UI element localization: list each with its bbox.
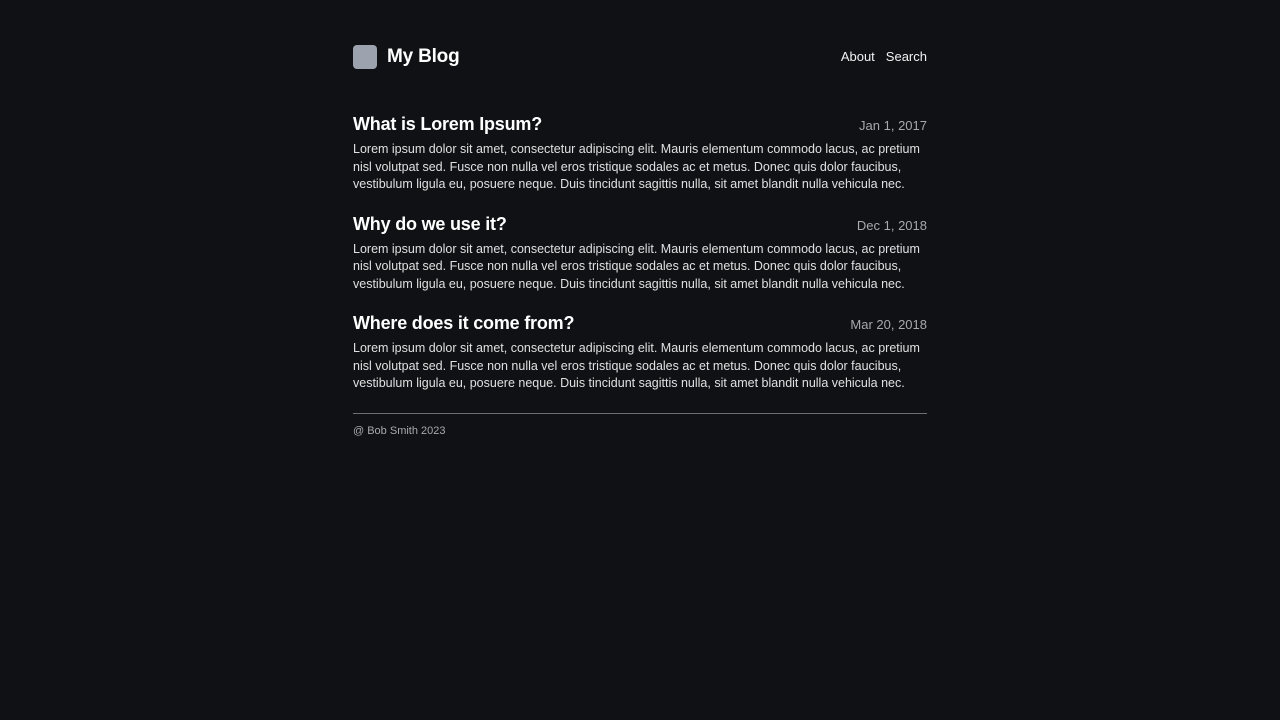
post-item: Why do we use it? Dec 1, 2018 Lorem ipsu… xyxy=(353,214,927,294)
site-header: My Blog About Search xyxy=(353,0,927,114)
nav-link-about[interactable]: About xyxy=(841,49,875,64)
square-logo-icon xyxy=(353,45,377,69)
post-date: Mar 20, 2018 xyxy=(850,317,927,332)
post-date: Jan 1, 2017 xyxy=(859,118,927,133)
post-excerpt: Lorem ipsum dolor sit amet, consectetur … xyxy=(353,341,920,390)
home-link[interactable]: My Blog xyxy=(353,45,460,69)
post-title-link[interactable]: What is Lorem Ipsum? xyxy=(353,114,542,135)
page-container: My Blog About Search What is Lorem Ipsum… xyxy=(353,0,927,437)
post-title-link[interactable]: Why do we use it? xyxy=(353,214,507,235)
post-item: Where does it come from? Mar 20, 2018 Lo… xyxy=(353,313,927,393)
post-excerpt: Lorem ipsum dolor sit amet, consectetur … xyxy=(353,241,920,291)
post-header: What is Lorem Ipsum? Jan 1, 2017 xyxy=(353,114,927,139)
main-nav: About Search xyxy=(841,49,927,64)
post-item: What is Lorem Ipsum? Jan 1, 2017 Lorem i… xyxy=(353,114,927,194)
post-excerpt: Lorem ipsum dolor sit amet, consectetur … xyxy=(353,142,920,191)
post-date: Dec 1, 2018 xyxy=(856,217,927,233)
nav-link-search[interactable]: Search xyxy=(886,49,927,64)
site-footer: @ Bob Smith 2023 xyxy=(353,425,927,437)
post-title-link[interactable]: Where does it come from? xyxy=(353,313,574,334)
copyright-text: @ Bob Smith 2023 xyxy=(353,424,446,437)
footer-divider xyxy=(353,412,927,414)
site-title: My Blog xyxy=(387,46,460,67)
post-header: Why do we use it? Dec 1, 2018 xyxy=(353,214,927,239)
post-list: What is Lorem Ipsum? Jan 1, 2017 Lorem i… xyxy=(353,114,927,393)
post-header: Where does it come from? Mar 20, 2018 xyxy=(353,313,927,338)
